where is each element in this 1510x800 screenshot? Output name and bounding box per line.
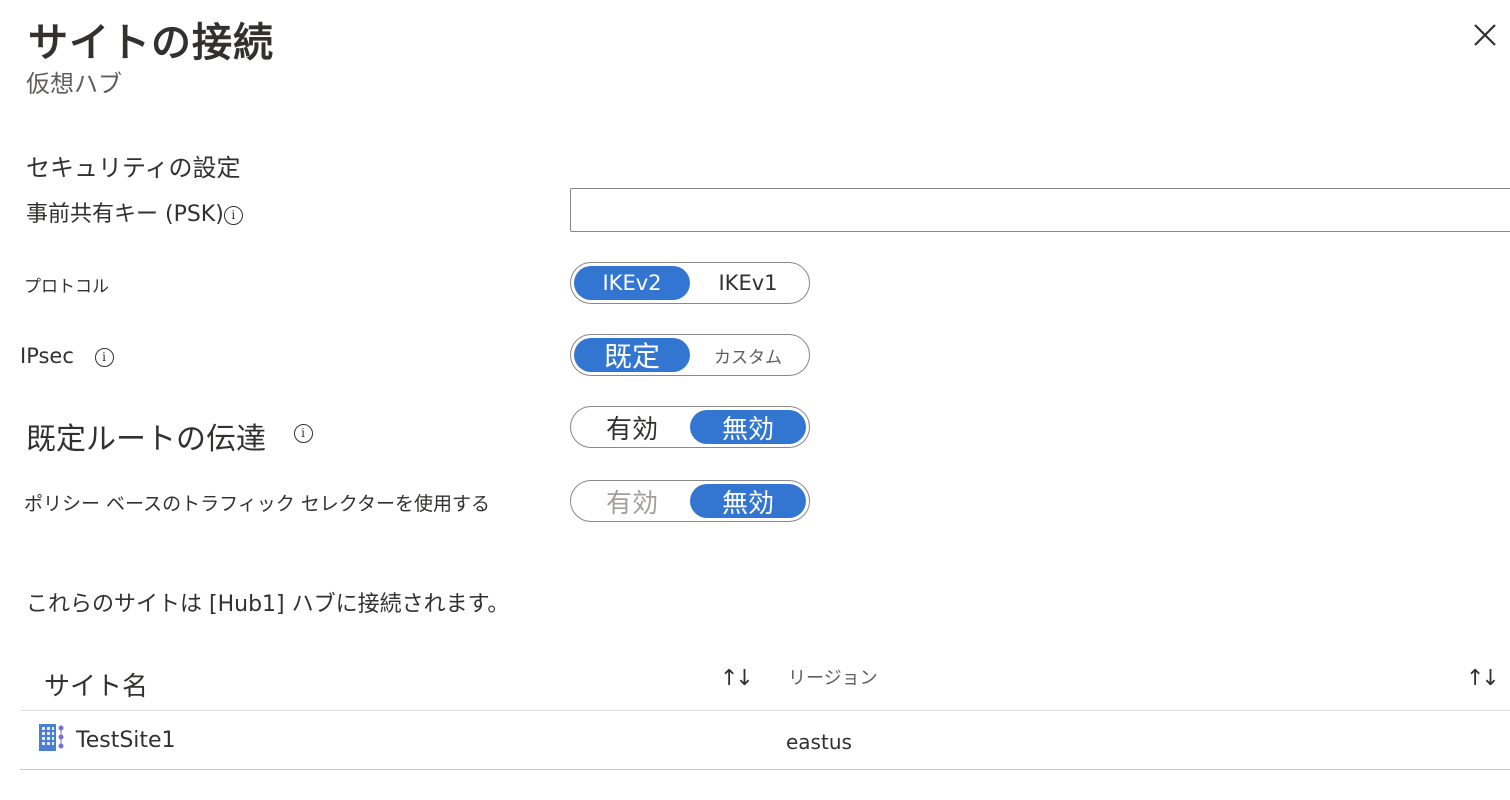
table-row-divider	[20, 769, 1510, 770]
ipsec-label: IPsec i	[20, 344, 114, 368]
site-region: eastus	[786, 730, 852, 754]
ipsec-option-custom[interactable]: カスタム	[690, 338, 806, 372]
table-header-divider	[20, 710, 1510, 711]
ipsec-option-default[interactable]: 既定	[574, 338, 690, 373]
policy-option-disabled[interactable]: 無効	[690, 484, 806, 519]
info-icon[interactable]: i	[94, 347, 114, 367]
policy-selector-label: ポリシー ベースのトラフィック セレクターを使用する	[24, 489, 490, 516]
sort-icon[interactable]: ↑↓	[1466, 666, 1500, 691]
policy-option-enabled[interactable]: 有効	[574, 484, 690, 519]
protocol-label: プロトコル	[24, 277, 109, 297]
hub-connection-info: これらのサイトは [Hub1] ハブに接続されます。	[26, 592, 510, 617]
building-icon	[39, 724, 64, 751]
ipsec-label-text: IPsec	[20, 344, 74, 368]
protocol-option-ikev2[interactable]: IKEv2	[574, 266, 690, 300]
protocol-option-ikev1[interactable]: IKEv1	[690, 266, 806, 300]
close-icon[interactable]	[1470, 20, 1500, 50]
policy-selector-label-text: ポリシー ベースのトラフィック セレクターを使用する	[24, 493, 490, 515]
site-name-link[interactable]: TestSite1	[76, 728, 176, 753]
ipsec-toggle[interactable]: 既定 カスタム	[570, 334, 810, 376]
psk-label: 事前共有キー (PSK) i	[26, 196, 243, 228]
sort-icon[interactable]: ↑↓	[720, 666, 754, 691]
info-icon[interactable]: i	[223, 205, 243, 225]
page-title: サイトの接続	[28, 20, 274, 66]
route-option-disabled[interactable]: 無効	[690, 410, 806, 445]
default-route-label-text: 既定ルートの伝達	[26, 422, 266, 457]
psk-label-text: 事前共有キー (PSK)	[26, 202, 224, 227]
default-route-label: 既定ルートの伝達 i	[26, 414, 313, 458]
policy-selector-toggle[interactable]: 有効 無効	[570, 480, 810, 522]
psk-input[interactable]	[570, 188, 1510, 232]
page-subtitle: 仮想ハブ	[26, 70, 122, 98]
column-header-region[interactable]: リージョン	[788, 664, 878, 690]
default-route-toggle[interactable]: 有効 無効	[570, 406, 810, 448]
info-icon[interactable]: i	[293, 424, 313, 443]
route-option-enabled[interactable]: 有効	[574, 410, 690, 445]
security-section-title: セキュリティの設定	[26, 154, 241, 182]
protocol-toggle[interactable]: IKEv2 IKEv1	[570, 262, 810, 304]
column-header-site-name[interactable]: サイト名	[44, 666, 148, 703]
